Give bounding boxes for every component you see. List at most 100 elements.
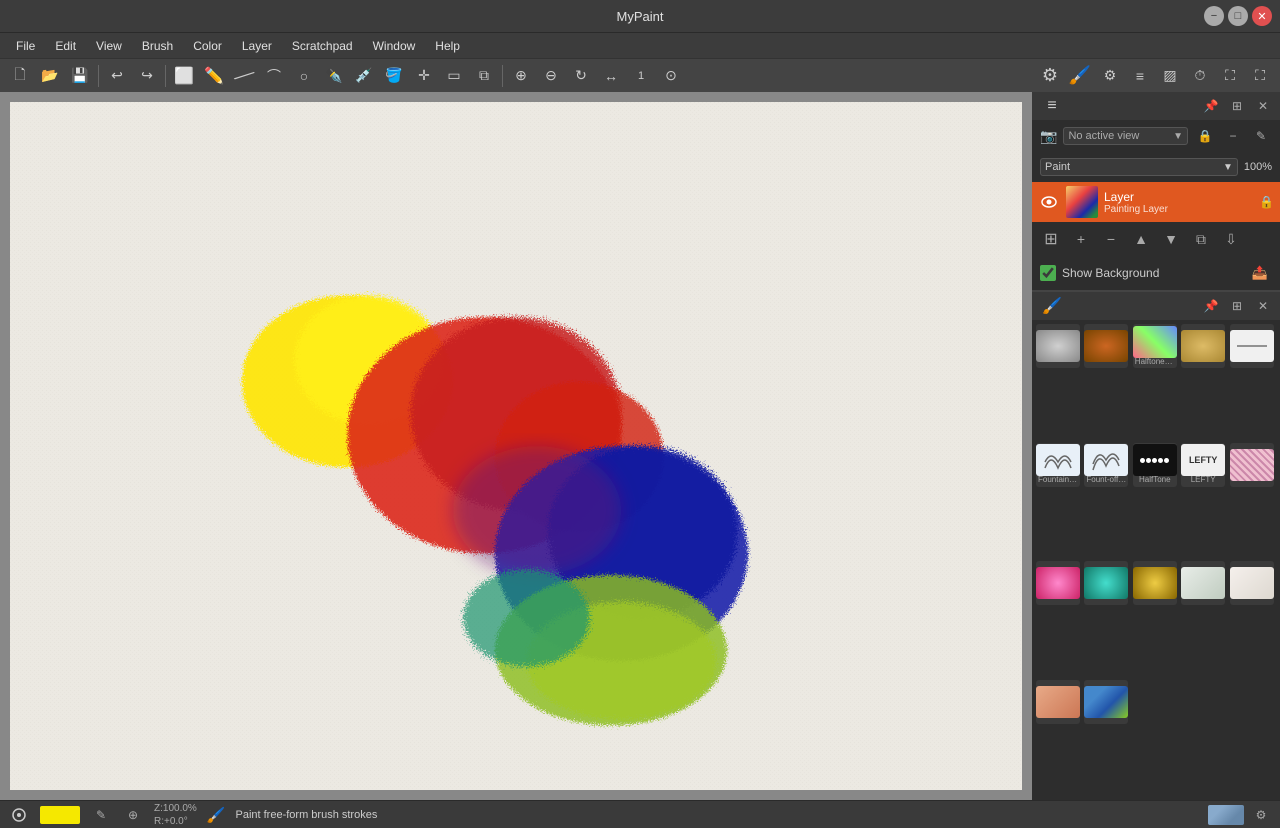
duplicate-layer-btn[interactable]: ⧉	[1188, 226, 1214, 252]
menu-help[interactable]: Help	[427, 37, 468, 55]
view-edit-btn[interactable]: ✎	[1250, 125, 1272, 147]
opacity-value: 100%	[1244, 161, 1272, 173]
brush-item-cauldron[interactable]	[1084, 324, 1128, 368]
merge-layer-btn[interactable]: ⇩	[1218, 226, 1244, 252]
thumbnail-preview[interactable]	[1208, 805, 1244, 825]
brush-grid: HalftoneCMY	[1032, 320, 1280, 800]
fullscreen-btn[interactable]: ⛶	[1216, 62, 1244, 90]
brush-panel-btn[interactable]: 🖌️	[1066, 62, 1094, 90]
layer-lock-icon: 🔒	[1259, 195, 1274, 209]
add-layer-btn[interactable]: +	[1068, 226, 1094, 252]
fill-button[interactable]: 🪣	[380, 62, 408, 90]
brush-item-skin[interactable]	[1036, 680, 1080, 724]
brush-item-lefty[interactable]: LEFTY LEFTY	[1181, 443, 1225, 487]
layer-thumbnail	[1066, 186, 1098, 218]
canvas-container[interactable]	[0, 92, 1032, 800]
menu-layer[interactable]: Layer	[234, 37, 280, 55]
brush-item-feather[interactable]	[1181, 561, 1225, 605]
current-tool-icon	[8, 804, 30, 826]
new-file-button[interactable]: 🗋	[6, 62, 34, 90]
menu-file[interactable]: File	[8, 37, 43, 55]
layer-visibility-icon[interactable]	[1038, 191, 1060, 213]
zoom-info: Z:100.0% R:+0.0°	[154, 802, 197, 828]
line-button[interactable]: ╱	[224, 56, 264, 96]
layers-menu-btn[interactable]: ≡	[1038, 92, 1066, 120]
zoom-out-button[interactable]: ⊖	[537, 62, 565, 90]
eraser-button[interactable]: ⬜	[170, 62, 198, 90]
color-picker-btn[interactable]: ⊕	[122, 804, 144, 826]
transform-button[interactable]: ⧉	[470, 62, 498, 90]
layers-pin-btn[interactable]: 📌	[1200, 95, 1222, 117]
toolbar-sep-2	[165, 65, 166, 87]
brush-item-bristle[interactable]	[1036, 324, 1080, 368]
menu-view[interactable]: View	[88, 37, 130, 55]
brush-item-fount-offset[interactable]: Fount-offset	[1084, 443, 1128, 487]
brush-item-halftone-cmy[interactable]: HalftoneCMY	[1133, 324, 1177, 368]
move-layer-down-btn[interactable]: ▼	[1158, 226, 1184, 252]
background-export-btn[interactable]: 📤	[1248, 261, 1272, 285]
layer-actions: ⊞ + − ▲ ▼ ⧉ ⇩	[1032, 222, 1280, 256]
palette-btn[interactable]: ▨	[1156, 62, 1184, 90]
brush-item-thinline[interactable]	[1230, 324, 1274, 368]
minimize-button[interactable]: −	[1204, 6, 1224, 26]
menu-color[interactable]: Color	[185, 37, 230, 55]
settings-btn[interactable]: ⚙	[1096, 62, 1124, 90]
active-view-dropdown[interactable]: No active view ▼	[1063, 127, 1188, 145]
window-controls: − □ ✕	[1204, 6, 1272, 26]
status-hint: Paint free-form brush strokes	[236, 809, 378, 821]
rect-select-button[interactable]: ▭	[440, 62, 468, 90]
brush-item-blue-grad[interactable]	[1084, 680, 1128, 724]
brush-item-inkwash[interactable]	[1181, 324, 1225, 368]
menu-brush[interactable]: Brush	[134, 37, 181, 55]
blend-mode-dropdown[interactable]: Paint ▼	[1040, 158, 1238, 176]
move-button[interactable]: ✛	[410, 62, 438, 90]
color-swatch[interactable]	[40, 806, 80, 824]
menu-edit[interactable]: Edit	[47, 37, 84, 55]
time-btn[interactable]: ⏱	[1186, 62, 1214, 90]
close-button[interactable]: ✕	[1252, 6, 1272, 26]
move-layer-up-btn[interactable]: ▲	[1128, 226, 1154, 252]
layers-detach-btn[interactable]: ⊞	[1226, 95, 1248, 117]
layer-item[interactable]: Layer Painting Layer 🔒	[1032, 182, 1280, 222]
ink-button[interactable]: ✒️	[320, 62, 348, 90]
edit-color-btn[interactable]: ✎	[90, 804, 112, 826]
open-file-button[interactable]: 📂	[36, 62, 64, 90]
distraction-free-btn[interactable]: ⛶	[1246, 62, 1274, 90]
curve-button[interactable]: ⌒	[260, 62, 288, 90]
menu-window[interactable]: Window	[365, 37, 424, 55]
flip-h-button[interactable]: ↔	[597, 62, 625, 90]
view-lock-btn[interactable]: 🔒	[1194, 125, 1216, 147]
rotate-button[interactable]: ↻	[567, 62, 595, 90]
brush-item-gold[interactable]	[1133, 561, 1177, 605]
layer-view-row: 📷 No active view ▼ 🔒 − ✎	[1032, 120, 1280, 152]
brush-item-hatching[interactable]	[1230, 443, 1274, 487]
status-settings-btn[interactable]: ⚙	[1250, 804, 1272, 826]
zoom-in-button[interactable]: ⊕	[507, 62, 535, 90]
view-minus-btn[interactable]: −	[1222, 125, 1244, 147]
picker-button[interactable]: 💉	[350, 62, 378, 90]
brush-close-btn[interactable]: ✕	[1252, 295, 1274, 317]
new-layer-group-btn[interactable]: ⊞	[1038, 226, 1064, 252]
brush-item-pink[interactable]	[1036, 561, 1080, 605]
redo-button[interactable]: ↪	[133, 62, 161, 90]
show-background-checkbox[interactable]	[1040, 265, 1056, 281]
menu-scratchpad[interactable]: Scratchpad	[284, 37, 361, 55]
brush-item-halftone[interactable]: HalfTone	[1133, 443, 1177, 487]
brush-item-teal[interactable]	[1084, 561, 1128, 605]
save-file-button[interactable]: 💾	[66, 62, 94, 90]
brush-panel: 🖌️ 📌 ⊞ ✕ HalftoneCMY	[1032, 291, 1280, 800]
brush-item-fountain-sf[interactable]: Fountain-SF	[1036, 443, 1080, 487]
brush-detach-btn[interactable]: ⊞	[1226, 295, 1248, 317]
layers-toggle-btn[interactable]: ≡	[1126, 62, 1154, 90]
snap-button[interactable]: ⊙	[657, 62, 685, 90]
pencil-button[interactable]: ✏️	[200, 62, 228, 90]
reset-zoom-button[interactable]: 1	[627, 62, 655, 90]
undo-button[interactable]: ↩	[103, 62, 131, 90]
layers-close-btn[interactable]: ✕	[1252, 95, 1274, 117]
maximize-button[interactable]: □	[1228, 6, 1248, 26]
remove-layer-btn[interactable]: −	[1098, 226, 1124, 252]
brush-item-white-feather[interactable]	[1230, 561, 1274, 605]
ellipse-button[interactable]: ○	[290, 62, 318, 90]
brush-pin-btn[interactable]: 📌	[1200, 295, 1222, 317]
colors-panel-btn[interactable]: ⚙	[1036, 62, 1064, 90]
